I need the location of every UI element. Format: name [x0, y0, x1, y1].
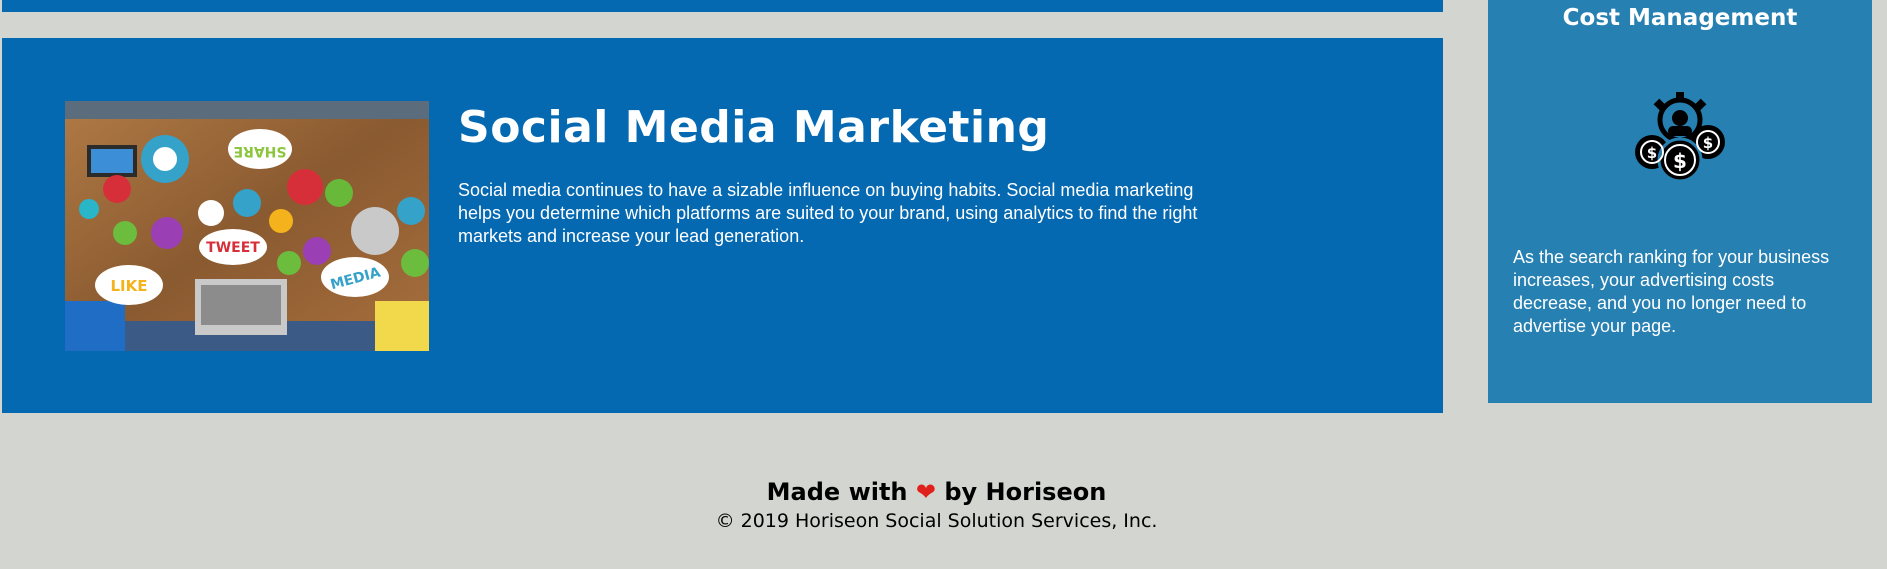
previous-section-edge: [2, 0, 1443, 12]
section-body-text: Social media continues to have a sizable…: [458, 180, 1198, 246]
collage-share-label: SHARE: [234, 143, 287, 159]
footer-copyright: © 2019 Horiseon Social Solution Services…: [715, 510, 1158, 532]
collage-illustration: SHARE TWEET LIKE MEDIA: [65, 101, 429, 351]
heart-icon: ❤: [915, 478, 936, 506]
cost-management-card: Cost Management $ $ $ As the search rank…: [1488, 0, 1872, 403]
social-media-collage-image: SHARE TWEET LIKE MEDIA: [65, 101, 429, 351]
svg-text:$: $: [1703, 134, 1713, 152]
svg-text:$: $: [1647, 144, 1657, 162]
footer-by-label: by Horiseon: [944, 478, 1107, 506]
svg-text:$: $: [1673, 149, 1687, 173]
sidebar-card-title: Cost Management: [1562, 5, 1798, 31]
collage-like-label: LIKE: [110, 277, 147, 295]
section-title: Social Media Marketing: [458, 102, 1050, 153]
sidebar-card-text: As the search ranking for your business …: [1513, 247, 1830, 336]
footer-made-with: Made with ❤ by Horiseon: [0, 476, 1873, 508]
collage-tweet-label: TWEET: [206, 240, 260, 256]
cost-management-icon: $ $ $: [1630, 90, 1730, 190]
footer: Made with ❤ by Horiseon © 2019 Horiseon …: [0, 476, 1873, 534]
social-media-marketing-section: SHARE TWEET LIKE MEDIA Social Media Mark…: [2, 38, 1443, 413]
page: SHARE TWEET LIKE MEDIA Social Media Mark…: [0, 0, 1887, 569]
footer-made-with-label: Made with: [766, 478, 908, 506]
